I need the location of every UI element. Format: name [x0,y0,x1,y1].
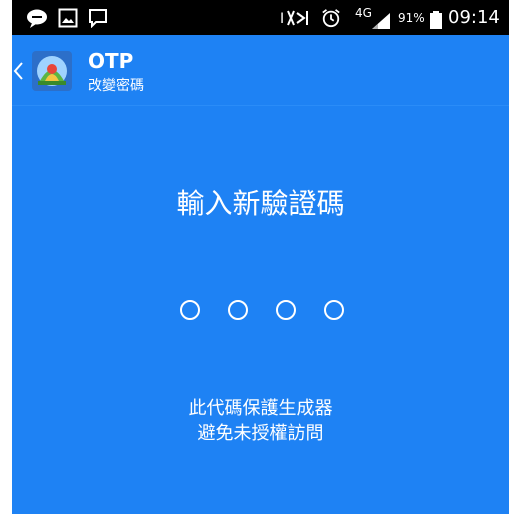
back-chevron-icon[interactable] [12,59,26,83]
pin-indicator [180,300,360,324]
app-bar: OTP 改變密碼 [12,35,509,105]
mute-icon: I [280,10,308,27]
battery-percent: 91% [398,11,425,25]
app-title: OTP [88,49,134,73]
clock: 09:14 [448,7,500,28]
chat-bubble-icon [27,9,47,28]
status-bar: I 4G 91% 09:14 [12,0,509,35]
app-screen: I 4G 91% 09:14 OTP 改變密碼 輸入新驗證碼 此代碼保護生成器 … [12,0,509,514]
info-line-2: 避免未授權訪問 [197,423,324,444]
image-icon [58,8,78,28]
pin-dot-4 [324,300,344,320]
divider [12,105,509,106]
pin-dot-1 [180,300,200,320]
signal-icon [372,13,390,29]
info-line-1: 此代碼保護生成器 [188,398,333,419]
app-subtitle: 改變密碼 [88,78,144,94]
info-text: 此代碼保護生成器 避免未授權訪問 [12,396,509,446]
page-title: 輸入新驗證碼 [176,187,345,220]
battery-icon [430,11,442,29]
message-icon [89,9,107,28]
pin-dot-2 [228,300,248,320]
app-logo-icon[interactable] [32,51,72,91]
pin-dot-3 [276,300,296,320]
alarm-icon [322,9,340,28]
svg-text:I: I [280,11,284,27]
